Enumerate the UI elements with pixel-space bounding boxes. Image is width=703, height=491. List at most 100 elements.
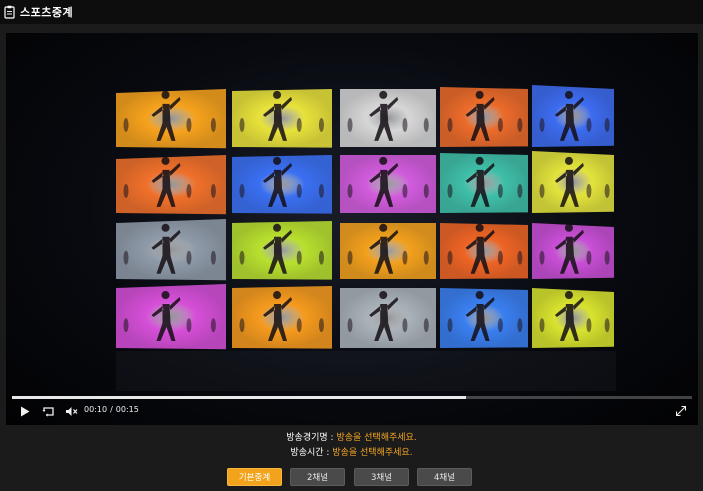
broadcast-time-label: 방송시간	[290, 448, 324, 458]
background-figure	[497, 183, 503, 198]
background-figure	[347, 117, 353, 132]
background-figure	[210, 318, 216, 333]
background-figure	[239, 183, 245, 198]
duration: 00:15	[115, 405, 139, 414]
background-figure	[586, 318, 592, 333]
background-figure	[402, 250, 408, 265]
background-figure	[497, 318, 503, 333]
background-figure	[447, 117, 453, 132]
background-figure	[497, 250, 503, 265]
video-screen	[340, 89, 436, 147]
replay-icon	[42, 406, 54, 417]
background-figure	[318, 117, 324, 132]
progress-bar[interactable]	[12, 396, 692, 399]
time-separator: /	[110, 405, 113, 414]
background-figure	[123, 117, 129, 132]
window-title: 스포츠중계	[20, 6, 74, 19]
replay-button[interactable]	[40, 403, 56, 419]
background-figure	[123, 183, 129, 198]
background-figure	[318, 318, 324, 333]
background-figure	[123, 318, 129, 333]
background-figure	[347, 183, 353, 198]
background-figure	[539, 250, 545, 265]
background-figure	[604, 117, 610, 132]
mute-icon	[65, 406, 77, 416]
background-figure	[296, 250, 302, 265]
channel-button-4[interactable]: 4채널	[417, 468, 472, 486]
background-figure	[447, 318, 453, 333]
floor-reflection	[116, 351, 616, 391]
background-figure	[402, 183, 408, 198]
game-name-label: 방송경기명	[286, 433, 328, 443]
video-screen	[232, 89, 332, 148]
progress-fill	[12, 396, 466, 399]
background-figure	[604, 318, 610, 333]
current-time: 00:10	[84, 405, 108, 414]
time-display: 00:10/00:15	[84, 405, 139, 414]
background-figure	[296, 117, 302, 132]
channel-selector: 기본중계 2채널 3채널 4채널	[0, 468, 703, 486]
channel-button-default[interactable]: 기본중계	[227, 468, 282, 486]
broadcast-time-row: 방송시간 : 방송을 선택해주세요.	[0, 446, 703, 461]
background-figure	[239, 117, 245, 132]
background-figure	[586, 250, 592, 265]
player-controls: 00:10/00:15	[6, 393, 698, 425]
background-figure	[447, 183, 453, 198]
background-figure	[186, 250, 192, 265]
background-figure	[296, 183, 302, 198]
channel-button-2[interactable]: 2채널	[290, 468, 345, 486]
background-figure	[423, 117, 429, 132]
fullscreen-button[interactable]	[674, 403, 688, 419]
background-figure	[210, 117, 216, 132]
video-player[interactable]: 00:10/00:15	[6, 33, 698, 425]
broadcast-time-colon: :	[323, 448, 333, 458]
background-figure	[347, 318, 353, 333]
background-figure	[423, 250, 429, 265]
play-icon	[21, 406, 30, 416]
mute-button[interactable]	[64, 403, 78, 419]
background-figure	[539, 117, 545, 132]
background-figure	[123, 250, 129, 265]
background-figure	[423, 318, 429, 333]
background-figure	[517, 117, 523, 132]
background-figure	[239, 250, 245, 265]
video-screen	[340, 223, 436, 279]
background-figure	[210, 250, 216, 265]
broadcast-time-value: 방송을 선택해주세요.	[332, 448, 413, 458]
background-figure	[517, 318, 523, 333]
background-figure	[517, 183, 523, 198]
background-figure	[497, 117, 503, 132]
background-figure	[604, 250, 610, 265]
fullscreen-icon	[676, 406, 686, 416]
video-frame	[116, 85, 616, 391]
background-figure	[239, 318, 245, 333]
play-button[interactable]	[18, 403, 32, 419]
broadcast-info: 방송경기명 : 방송을 선택해주세요. 방송시간 : 방송을 선택해주세요.	[0, 431, 703, 461]
channel-button-3[interactable]: 3채널	[354, 468, 409, 486]
background-figure	[539, 183, 545, 198]
background-figure	[604, 183, 610, 198]
background-figure	[517, 250, 523, 265]
background-figure	[539, 318, 545, 333]
background-figure	[318, 183, 324, 198]
background-figure	[347, 250, 353, 265]
background-figure	[586, 117, 592, 132]
background-figure	[210, 183, 216, 198]
video-screen	[232, 155, 332, 214]
video-screen	[340, 288, 436, 348]
background-figure	[423, 183, 429, 198]
video-screen	[232, 286, 332, 349]
background-figure	[586, 183, 592, 198]
game-name-row: 방송경기명 : 방송을 선택해주세요.	[0, 431, 703, 446]
clipboard-icon	[4, 5, 15, 19]
game-name-value: 방송을 선택해주세요.	[336, 433, 417, 443]
video-screen	[340, 155, 436, 213]
background-figure	[186, 183, 192, 198]
background-figure	[447, 250, 453, 265]
background-figure	[318, 250, 324, 265]
background-figure	[186, 318, 192, 333]
background-figure	[402, 318, 408, 333]
background-figure	[186, 117, 192, 132]
title-bar: 스포츠중계	[0, 0, 703, 24]
background-figure	[296, 318, 302, 333]
